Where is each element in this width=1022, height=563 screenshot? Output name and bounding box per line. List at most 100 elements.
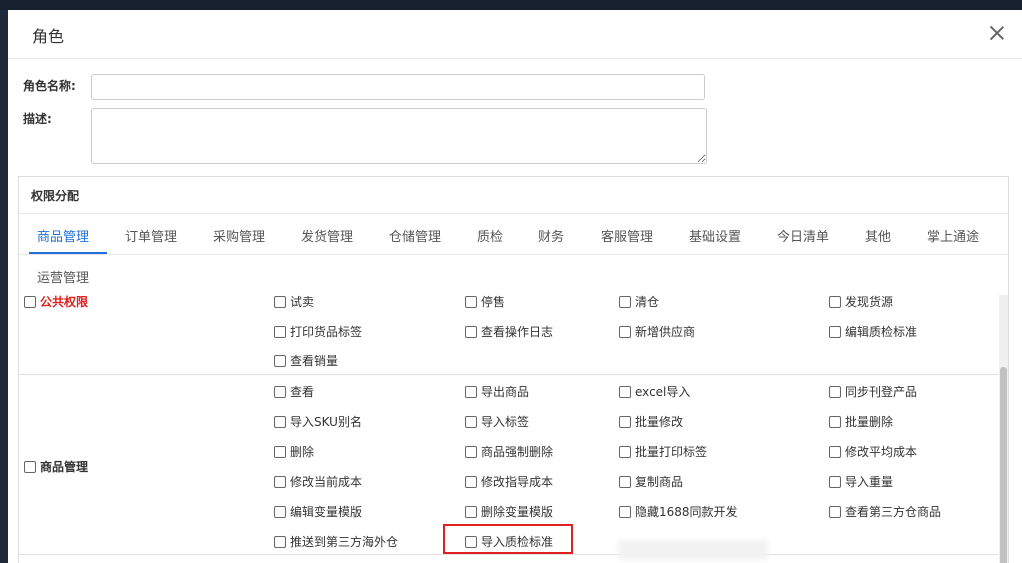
checkbox-icon (829, 295, 841, 308)
description-textarea[interactable] (91, 108, 707, 164)
perm-item-label: 新增供应商 (635, 325, 696, 339)
perm-item-label: 同步刊登产品 (845, 385, 918, 399)
checkbox-icon (829, 445, 841, 458)
close-icon[interactable] (988, 24, 1006, 42)
checkbox-icon (274, 505, 286, 518)
perm-item-label: 导入重量 (845, 475, 894, 489)
perm-item-label: 查看操作日志 (481, 325, 554, 339)
perm-item[interactable]: 查看销量 (274, 352, 338, 369)
perm-item[interactable]: 查看操作日志 (465, 323, 553, 340)
perm-item[interactable]: 查看第三方仓商品 (829, 503, 941, 520)
checkbox-icon (274, 415, 286, 428)
tab-basic-settings[interactable]: 基础设置 (689, 226, 741, 245)
perm-item-label: 批量打印标签 (635, 445, 708, 459)
perm-item-label: 复制商品 (635, 475, 684, 489)
checkbox-icon (274, 354, 286, 367)
perm-item[interactable]: 隐藏1688同款开发 (619, 503, 738, 520)
checkbox-icon (829, 475, 841, 488)
tab-finance[interactable]: 财务 (538, 226, 564, 245)
perm-item[interactable]: 修改指导成本 (465, 473, 553, 490)
perm-item-label: 清仓 (635, 295, 660, 309)
perm-item[interactable]: 批量修改 (619, 413, 683, 430)
checkbox-icon (465, 475, 477, 488)
perm-item[interactable]: 编辑变量模版 (274, 503, 362, 520)
checkbox-icon (619, 295, 631, 308)
perm-item[interactable]: 导出商品 (465, 383, 529, 400)
group-label-product: 商品管理 (40, 460, 89, 474)
perm-item-label: 发现货源 (845, 295, 894, 309)
perm-item[interactable]: 清仓 (619, 293, 659, 310)
group-label-public: 公共权限 (40, 295, 89, 309)
perm-item[interactable]: 导入重量 (829, 473, 893, 490)
perm-item[interactable]: 查看 (274, 383, 314, 400)
tab-mobile[interactable]: 掌上通途 (927, 226, 979, 245)
checkbox-icon (465, 325, 477, 338)
role-dialog: 角色 角色名称: 描述: 权限分配 商品管理 订单管理 采购管理 发货管理 仓储… (8, 10, 1022, 563)
perm-item[interactable]: 同步刊登产品 (829, 383, 917, 400)
perm-item[interactable]: 导入标签 (465, 413, 529, 430)
checkbox-icon (829, 505, 841, 518)
perm-item[interactable]: 导入SKU别名 (274, 413, 362, 430)
role-name-input[interactable] (91, 74, 705, 100)
perm-item-label: 修改指导成本 (481, 475, 554, 489)
perm-item[interactable]: 删除 (274, 443, 314, 460)
perm-item[interactable]: 复制商品 (619, 473, 683, 490)
perm-item[interactable]: 批量打印标签 (619, 443, 707, 460)
permission-title: 权限分配 (31, 189, 80, 203)
scrollbar-thumb[interactable] (1000, 367, 1007, 563)
perm-item[interactable]: 推送到第三方海外仓 (274, 533, 398, 550)
permission-panel: 权限分配 商品管理 订单管理 采购管理 发货管理 仓储管理 质检 财务 客服管理… (18, 176, 1009, 563)
perm-item-label: 编辑质检标准 (845, 325, 918, 339)
tab-quality-check[interactable]: 质检 (477, 226, 503, 245)
perm-item[interactable]: 发现货源 (829, 293, 893, 310)
tab-today-list[interactable]: 今日清单 (777, 226, 829, 245)
checkbox-icon (24, 295, 36, 308)
perm-item[interactable]: 批量删除 (829, 413, 893, 430)
perm-item-label: 批量删除 (845, 415, 894, 429)
checkbox-icon (465, 445, 477, 458)
checkbox-icon (829, 415, 841, 428)
checkbox-icon (619, 445, 631, 458)
perm-item-label: 打印货品标签 (290, 325, 363, 339)
checkbox-icon (465, 385, 477, 398)
perm-item[interactable]: 编辑质检标准 (829, 323, 917, 340)
tab-shipping-management[interactable]: 发货管理 (301, 226, 353, 245)
perm-item[interactable]: 停售 (465, 293, 505, 310)
role-name-label: 角色名称: (23, 79, 76, 93)
perm-item-label: excel导入 (635, 385, 691, 399)
highlight-box (443, 524, 573, 554)
checkbox-icon (274, 295, 286, 308)
checkbox-icon (465, 505, 477, 518)
perm-item[interactable]: 商品强制删除 (465, 443, 553, 460)
perm-item-label: 查看 (290, 385, 315, 399)
perm-item[interactable]: 试卖 (274, 293, 314, 310)
perm-item-label: 试卖 (290, 295, 315, 309)
tab-product-management[interactable]: 商品管理 (37, 226, 89, 245)
checkbox-icon (619, 325, 631, 338)
perm-item-label: 编辑变量模版 (290, 505, 363, 519)
background-header (0, 0, 1022, 10)
tab-other[interactable]: 其他 (865, 226, 891, 245)
perm-item[interactable]: 删除变量模版 (465, 503, 553, 520)
tab-warehouse-management[interactable]: 仓储管理 (389, 226, 441, 245)
checkbox-icon (274, 535, 286, 548)
group-checkbox-product[interactable]: 商品管理 (24, 458, 88, 475)
description-label: 描述: (23, 112, 52, 126)
group-checkbox-public[interactable]: 公共权限 (24, 293, 88, 310)
checkbox-icon (619, 415, 631, 428)
perm-item[interactable]: excel导入 (619, 383, 690, 400)
perm-item[interactable]: 修改当前成本 (274, 473, 362, 490)
checkbox-icon (829, 325, 841, 338)
perm-item[interactable]: 新增供应商 (619, 323, 695, 340)
dialog-title: 角色 (32, 27, 65, 46)
tab-purchase-management[interactable]: 采购管理 (213, 226, 265, 245)
group-divider (19, 374, 999, 375)
perm-item-label: 修改平均成本 (845, 445, 918, 459)
tab-order-management[interactable]: 订单管理 (125, 226, 177, 245)
perm-item-label: 删除变量模版 (481, 505, 554, 519)
tab-customer-service[interactable]: 客服管理 (601, 226, 653, 245)
perm-item-label: 推送到第三方海外仓 (290, 535, 399, 549)
checkbox-icon (274, 385, 286, 398)
perm-item[interactable]: 打印货品标签 (274, 323, 362, 340)
perm-item[interactable]: 修改平均成本 (829, 443, 917, 460)
